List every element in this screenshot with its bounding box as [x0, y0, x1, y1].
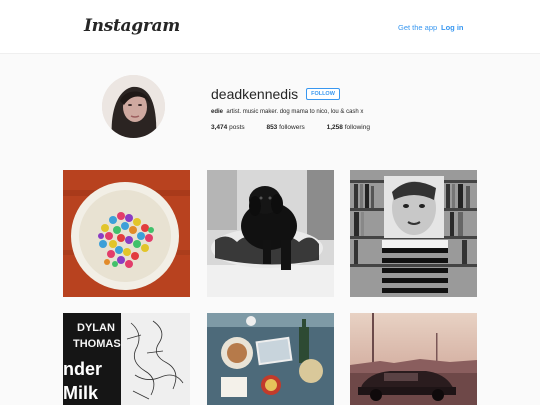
followers-stat[interactable]: 853 followers [266, 124, 304, 131]
post-thumbnail-bookshelf-portrait[interactable] [350, 170, 477, 297]
follow-button[interactable]: FOLLOW [306, 88, 340, 100]
profile-username: deadkennedis [211, 86, 299, 102]
profile-bio: edie artist. music maker. dog mama to ni… [211, 109, 363, 115]
car-sunset-image [350, 313, 477, 405]
puppy-image [207, 170, 334, 297]
bio-text: artist. music maker. dog mama to nico, l… [226, 109, 364, 115]
following-label: following [344, 124, 370, 131]
followers-label: followers [279, 124, 305, 131]
log-in-link[interactable]: Log in [441, 23, 464, 32]
profile-name: edie [211, 109, 224, 115]
book-cover-line-1: DYLAN [77, 322, 115, 334]
dylan-thomas-book-image: DYLAN THOMAS nder Milk [63, 313, 190, 405]
top-navigation-bar: Instagram Get the app Log in [0, 0, 540, 54]
instagram-logo[interactable]: Instagram [84, 16, 180, 36]
posts-count: 3,474 [211, 124, 228, 131]
posts-stat: 3,474 posts [211, 124, 245, 131]
post-thumbnail-puppy[interactable] [207, 170, 334, 297]
post-thumbnail-dylan-thomas-book[interactable]: DYLAN THOMAS nder Milk [63, 313, 190, 405]
post-thumbnail-car-sunset[interactable] [350, 313, 477, 405]
bookshelf-portrait-image [350, 170, 477, 297]
table-scene-image [207, 313, 334, 405]
following-stat[interactable]: 1,258 following [327, 124, 370, 131]
book-cover-line-4: Milk [63, 383, 99, 403]
posts-label: posts [229, 124, 245, 131]
profile-avatar[interactable] [102, 75, 165, 138]
candy-plate-image [63, 170, 190, 297]
book-cover-line-2: THOMAS [73, 338, 121, 350]
get-the-app-link[interactable]: Get the app [398, 23, 437, 32]
post-thumbnail-table-scene[interactable] [207, 313, 334, 405]
following-count: 1,258 [326, 124, 343, 131]
avatar-photo [102, 75, 165, 138]
followers-count: 853 [266, 124, 278, 131]
post-thumbnail-candy-plate[interactable] [63, 170, 190, 297]
book-cover-line-3: nder [63, 359, 102, 379]
profile-stats: 3,474 posts 853 followers 1,258 followin… [211, 124, 390, 131]
